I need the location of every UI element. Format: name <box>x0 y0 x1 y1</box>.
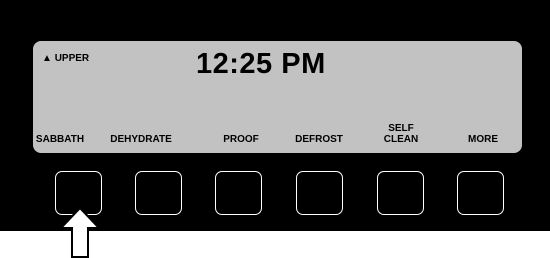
up-triangle-icon: ▲ <box>42 53 52 64</box>
softkey-label-defrost: DEFROST <box>295 134 343 145</box>
softkey-label-self-clean: SELF CLEAN <box>383 123 419 145</box>
control-panel: ▲ UPPER 12:25 PM SABBATH DEHYDRATE PROOF… <box>0 0 550 231</box>
softkey-label-more: MORE <box>468 134 498 145</box>
dehydrate-softkey-button[interactable] <box>135 171 182 215</box>
more-softkey-button[interactable] <box>457 171 504 215</box>
clock-time: 12:25 PM <box>196 48 326 80</box>
proof-softkey-button[interactable] <box>215 171 262 215</box>
up-arrow-icon <box>58 206 102 258</box>
lcd-display: ▲ UPPER 12:25 PM SABBATH DEHYDRATE PROOF… <box>33 41 522 153</box>
softkey-label-dehydrate: DEHYDRATE <box>110 134 172 145</box>
softkey-label-sabbath: SABBATH <box>35 134 85 145</box>
softkey-label-proof: PROOF <box>223 134 259 145</box>
self-clean-softkey-button[interactable] <box>377 171 424 215</box>
oven-indicator: ▲ UPPER <box>42 53 89 64</box>
oven-indicator-label: UPPER <box>54 53 90 64</box>
defrost-softkey-button[interactable] <box>296 171 343 215</box>
